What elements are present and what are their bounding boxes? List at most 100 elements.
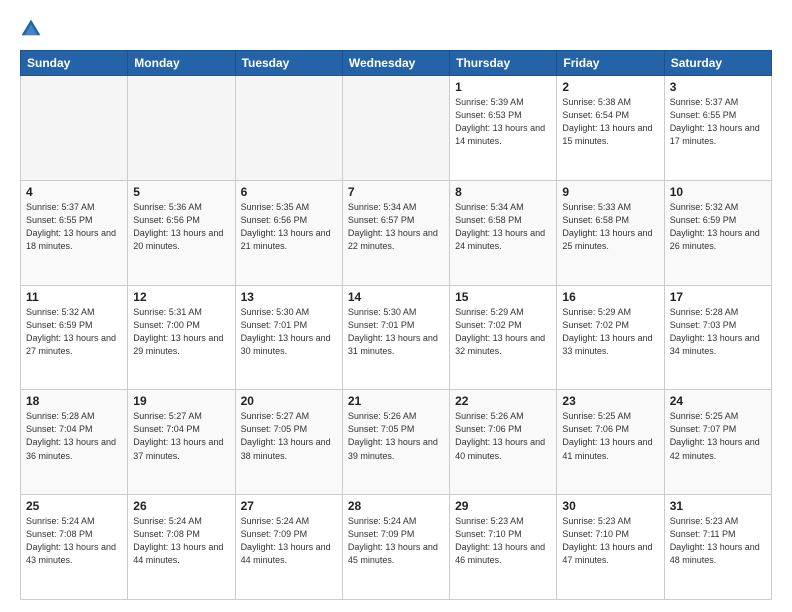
calendar-cell: 8 Sunrise: 5:34 AMSunset: 6:58 PMDaylight… — [450, 180, 557, 285]
day-number: 20 — [241, 394, 337, 408]
day-number: 12 — [133, 290, 229, 304]
calendar-cell: 23 Sunrise: 5:25 AMSunset: 7:06 PMDayligh… — [557, 390, 664, 495]
day-info: Sunrise: 5:32 AMSunset: 6:59 PMDaylight:… — [26, 306, 122, 358]
day-number: 17 — [670, 290, 766, 304]
calendar-header-sunday: Sunday — [21, 51, 128, 76]
calendar-header-thursday: Thursday — [450, 51, 557, 76]
day-info: Sunrise: 5:33 AMSunset: 6:58 PMDaylight:… — [562, 201, 658, 253]
calendar-week-row: 11 Sunrise: 5:32 AMSunset: 6:59 PMDayligh… — [21, 285, 772, 390]
day-number: 10 — [670, 185, 766, 199]
calendar-cell: 27 Sunrise: 5:24 AMSunset: 7:09 PMDayligh… — [235, 495, 342, 600]
calendar-cell: 11 Sunrise: 5:32 AMSunset: 6:59 PMDayligh… — [21, 285, 128, 390]
calendar-cell: 31 Sunrise: 5:23 AMSunset: 7:11 PMDayligh… — [664, 495, 771, 600]
day-info: Sunrise: 5:23 AMSunset: 7:11 PMDaylight:… — [670, 515, 766, 567]
calendar-cell: 5Sunrise: 5:36 AMSunset: 6:56 PMDaylight… — [128, 180, 235, 285]
day-number: 15 — [455, 290, 551, 304]
day-info: Sunrise: 5:36 AMSunset: 6:56 PMDaylight:… — [133, 201, 229, 253]
day-info: Sunrise: 5:38 AMSunset: 6:54 PMDaylight:… — [562, 96, 658, 148]
day-number: 18 — [26, 394, 122, 408]
logo — [20, 18, 46, 40]
day-info: Sunrise: 5:29 AMSunset: 7:02 PMDaylight:… — [455, 306, 551, 358]
day-info: Sunrise: 5:23 AMSunset: 7:10 PMDaylight:… — [455, 515, 551, 567]
day-info: Sunrise: 5:27 AMSunset: 7:04 PMDaylight:… — [133, 410, 229, 462]
day-number: 16 — [562, 290, 658, 304]
calendar-cell: 16Sunrise: 5:29 AMSunset: 7:02 PMDayligh… — [557, 285, 664, 390]
calendar-cell: 13Sunrise: 5:30 AMSunset: 7:01 PMDayligh… — [235, 285, 342, 390]
calendar-cell: 29 Sunrise: 5:23 AMSunset: 7:10 PMDayligh… — [450, 495, 557, 600]
day-info: Sunrise: 5:37 AMSunset: 6:55 PMDaylight:… — [26, 201, 122, 253]
day-number: 14 — [348, 290, 444, 304]
day-number: 11 — [26, 290, 122, 304]
day-number: 21 — [348, 394, 444, 408]
calendar-cell: 1Sunrise: 5:39 AMSunset: 6:53 PMDaylight… — [450, 76, 557, 181]
calendar-header-monday: Monday — [128, 51, 235, 76]
day-number: 8 — [455, 185, 551, 199]
day-number: 27 — [241, 499, 337, 513]
day-info: Sunrise: 5:25 AMSunset: 7:07 PMDaylight:… — [670, 410, 766, 462]
day-info: Sunrise: 5:27 AMSunset: 7:05 PMDaylight:… — [241, 410, 337, 462]
calendar-cell: 28 Sunrise: 5:24 AMSunset: 7:09 PMDayligh… — [342, 495, 449, 600]
day-number: 26 — [133, 499, 229, 513]
day-number: 23 — [562, 394, 658, 408]
calendar-week-row: 25 Sunrise: 5:24 AMSunset: 7:08 PMDayligh… — [21, 495, 772, 600]
calendar-table: SundayMondayTuesdayWednesdayThursdayFrid… — [20, 50, 772, 600]
calendar-cell: 3 Sunrise: 5:37 AMSunset: 6:55 PMDaylight… — [664, 76, 771, 181]
calendar-week-row: 18 Sunrise: 5:28 AMSunset: 7:04 PMDayligh… — [21, 390, 772, 495]
calendar-cell: 2 Sunrise: 5:38 AMSunset: 6:54 PMDaylight… — [557, 76, 664, 181]
day-info: Sunrise: 5:37 AMSunset: 6:55 PMDaylight:… — [670, 96, 766, 148]
calendar-cell: 4Sunrise: 5:37 AMSunset: 6:55 PMDaylight… — [21, 180, 128, 285]
day-info: Sunrise: 5:28 AMSunset: 7:03 PMDaylight:… — [670, 306, 766, 358]
calendar-cell: 26Sunrise: 5:24 AMSunset: 7:08 PMDayligh… — [128, 495, 235, 600]
day-number: 24 — [670, 394, 766, 408]
day-info: Sunrise: 5:26 AMSunset: 7:06 PMDaylight:… — [455, 410, 551, 462]
calendar-cell: 24 Sunrise: 5:25 AMSunset: 7:07 PMDayligh… — [664, 390, 771, 495]
calendar-cell: 19Sunrise: 5:27 AMSunset: 7:04 PMDayligh… — [128, 390, 235, 495]
day-info: Sunrise: 5:34 AMSunset: 6:58 PMDaylight:… — [455, 201, 551, 253]
day-number: 3 — [670, 80, 766, 94]
calendar-cell: 17 Sunrise: 5:28 AMSunset: 7:03 PMDayligh… — [664, 285, 771, 390]
calendar-header-saturday: Saturday — [664, 51, 771, 76]
calendar-cell: 14Sunrise: 5:30 AMSunset: 7:01 PMDayligh… — [342, 285, 449, 390]
day-number: 1 — [455, 80, 551, 94]
calendar-header-tuesday: Tuesday — [235, 51, 342, 76]
calendar-cell: 25 Sunrise: 5:24 AMSunset: 7:08 PMDayligh… — [21, 495, 128, 600]
day-number: 22 — [455, 394, 551, 408]
day-info: Sunrise: 5:24 AMSunset: 7:08 PMDaylight:… — [26, 515, 122, 567]
calendar-cell: 30 Sunrise: 5:23 AMSunset: 7:10 PMDayligh… — [557, 495, 664, 600]
calendar-cell: 6 Sunrise: 5:35 AMSunset: 6:56 PMDaylight… — [235, 180, 342, 285]
calendar-cell: 18 Sunrise: 5:28 AMSunset: 7:04 PMDayligh… — [21, 390, 128, 495]
calendar-cell — [128, 76, 235, 181]
day-info: Sunrise: 5:24 AMSunset: 7:09 PMDaylight:… — [241, 515, 337, 567]
calendar-cell — [235, 76, 342, 181]
day-info: Sunrise: 5:34 AMSunset: 6:57 PMDaylight:… — [348, 201, 444, 253]
calendar-header-row: SundayMondayTuesdayWednesdayThursdayFrid… — [21, 51, 772, 76]
day-info: Sunrise: 5:23 AMSunset: 7:10 PMDaylight:… — [562, 515, 658, 567]
day-number: 7 — [348, 185, 444, 199]
calendar-week-row: 1Sunrise: 5:39 AMSunset: 6:53 PMDaylight… — [21, 76, 772, 181]
day-info: Sunrise: 5:35 AMSunset: 6:56 PMDaylight:… — [241, 201, 337, 253]
calendar-week-row: 4Sunrise: 5:37 AMSunset: 6:55 PMDaylight… — [21, 180, 772, 285]
calendar-header-wednesday: Wednesday — [342, 51, 449, 76]
day-number: 2 — [562, 80, 658, 94]
day-info: Sunrise: 5:26 AMSunset: 7:05 PMDaylight:… — [348, 410, 444, 462]
day-number: 28 — [348, 499, 444, 513]
calendar-cell — [342, 76, 449, 181]
day-info: Sunrise: 5:31 AMSunset: 7:00 PMDaylight:… — [133, 306, 229, 358]
day-number: 9 — [562, 185, 658, 199]
calendar-cell: 15 Sunrise: 5:29 AMSunset: 7:02 PMDayligh… — [450, 285, 557, 390]
page: SundayMondayTuesdayWednesdayThursdayFrid… — [0, 0, 792, 612]
calendar-header-friday: Friday — [557, 51, 664, 76]
day-number: 31 — [670, 499, 766, 513]
day-number: 25 — [26, 499, 122, 513]
logo-icon — [20, 18, 42, 40]
day-number: 6 — [241, 185, 337, 199]
day-info: Sunrise: 5:24 AMSunset: 7:09 PMDaylight:… — [348, 515, 444, 567]
day-info: Sunrise: 5:28 AMSunset: 7:04 PMDaylight:… — [26, 410, 122, 462]
calendar-cell: 10Sunrise: 5:32 AMSunset: 6:59 PMDayligh… — [664, 180, 771, 285]
calendar-cell: 21 Sunrise: 5:26 AMSunset: 7:05 PMDayligh… — [342, 390, 449, 495]
day-number: 29 — [455, 499, 551, 513]
calendar-cell: 9 Sunrise: 5:33 AMSunset: 6:58 PMDaylight… — [557, 180, 664, 285]
day-number: 30 — [562, 499, 658, 513]
day-info: Sunrise: 5:25 AMSunset: 7:06 PMDaylight:… — [562, 410, 658, 462]
day-number: 13 — [241, 290, 337, 304]
